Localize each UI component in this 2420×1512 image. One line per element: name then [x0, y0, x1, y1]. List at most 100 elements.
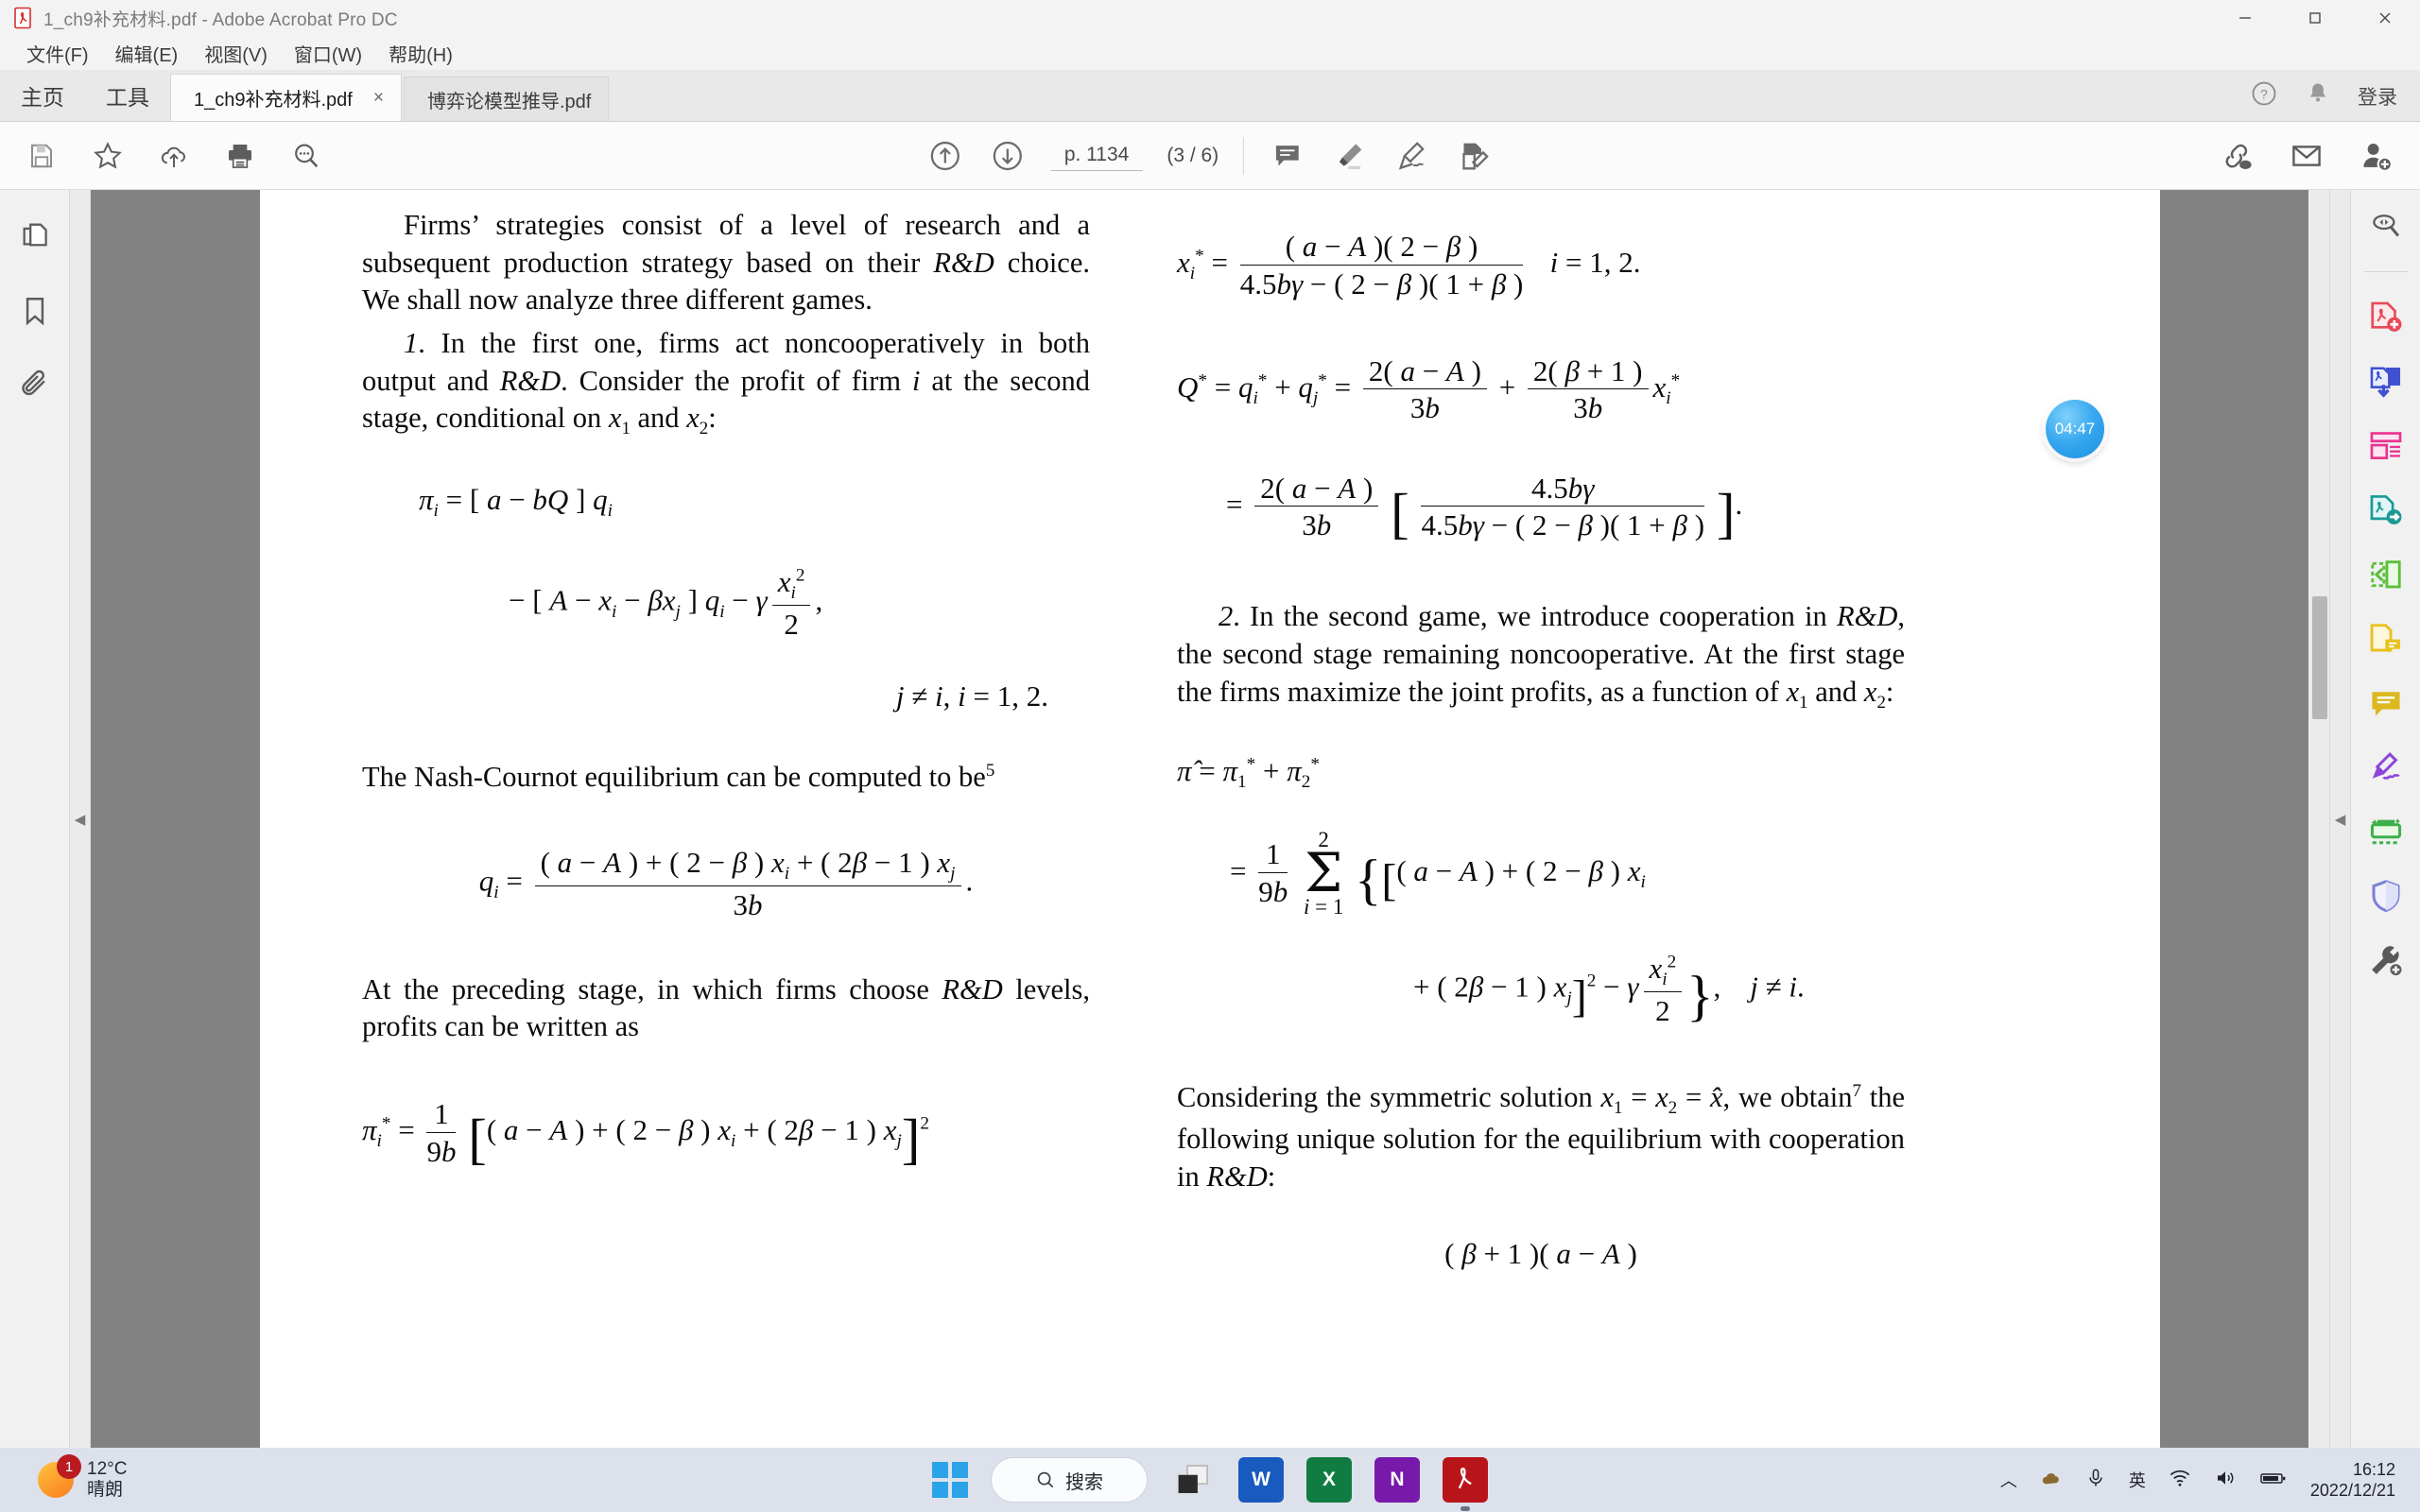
equation-total-output: Q* = qi* + qj* = 2( a − A ) 3b + 2( β + 1… [1177, 353, 1681, 425]
wifi-icon[interactable] [2169, 1467, 2191, 1494]
arrow-up-circle-icon[interactable] [926, 137, 964, 175]
title-bar: 1_ch9补充材料.pdf - Adobe Acrobat Pro DC [0, 0, 2420, 36]
acrobat-taskbar-icon[interactable] [1443, 1457, 1488, 1511]
email-icon[interactable] [2288, 137, 2325, 175]
menu-edit[interactable]: 编辑(E) [102, 38, 192, 69]
edit-pdf-icon[interactable] [2365, 554, 2407, 595]
scan-ocr-icon[interactable] [2365, 811, 2407, 852]
paragraph-second-game: 2. In the second game, we introduce coop… [1177, 600, 1905, 713]
arrow-down-circle-icon[interactable] [989, 137, 1027, 175]
equation-x-star: xi* = ( a − A )( 2 − β ) 4.5bγ − ( 2 − β … [1177, 230, 1641, 301]
document-tab-secondary[interactable]: 博弈论模型推导.pdf [403, 77, 610, 121]
pdf-right-column: xi* = ( a − A )( 2 − β ) 4.5bγ − ( 2 − β … [1177, 207, 1905, 1296]
equation-partial-next: ( β + 1 )( a − A ) [1444, 1237, 1637, 1271]
stamp-comment-icon[interactable] [2365, 682, 2407, 724]
equation-quantity: qi = ( a − A ) + ( 2 − β ) xi + ( 2β − 1… [478, 845, 974, 921]
toolbar-center-group: p. 1134 (3 / 6) [926, 136, 1494, 175]
menu-view[interactable]: 视图(V) [191, 38, 281, 69]
menu-bar: 文件(F) 编辑(E) 视图(V) 窗口(W) 帮助(H) [0, 36, 2420, 70]
tools-button[interactable]: 工具 [85, 69, 170, 121]
sign-in-button[interactable]: 登录 [2358, 82, 2407, 111]
paragraph-nash-cournot: The Nash-Cournot equilibrium can be comp… [362, 760, 995, 794]
bell-icon[interactable] [2305, 80, 2331, 112]
battery-icon[interactable] [2259, 1467, 2288, 1494]
right-tool-rail [2350, 190, 2420, 1448]
home-button[interactable]: 主页 [0, 69, 85, 121]
onedrive-icon[interactable] [2040, 1467, 2063, 1494]
left-panel-collapse-handle[interactable]: ◀ [70, 190, 91, 1448]
toolbar-divider [1243, 136, 1245, 175]
ime-indicator[interactable]: 英 [2129, 1468, 2146, 1492]
taskbar-center-group: 搜索 W X N [932, 1457, 1488, 1511]
right-panel-expand-handle[interactable]: ◀ [2329, 190, 2350, 1448]
paragraph-preceding-stage: At the preceding stage, in which firms c… [362, 972, 1090, 1043]
attachments-icon[interactable] [14, 364, 56, 405]
weather-text: 12°C 晴朗 [87, 1459, 127, 1502]
page-number-input[interactable]: p. 1134 [1050, 141, 1143, 171]
close-icon[interactable]: × [373, 88, 384, 109]
footnote-marker-5: 5 [985, 760, 995, 781]
save-icon[interactable] [23, 137, 60, 175]
comment-icon[interactable] [1269, 137, 1306, 175]
create-pdf-icon[interactable] [2365, 297, 2407, 338]
equation-profit-star: πi* = 1 9b [( a − A ) + ( 2 − β ) xi + ( … [362, 1097, 930, 1170]
equation-profit-line2: − [ A − xi − βxj ] qi − γ xi2 2, [509, 565, 823, 641]
taskbar-clock[interactable]: 16:12 2022/12/21 [2310, 1459, 2395, 1502]
close-button[interactable] [2350, 0, 2420, 36]
organize-pages-icon[interactable] [2365, 425, 2407, 467]
question-circle-icon[interactable]: ? [2250, 79, 2278, 112]
svg-text:?: ? [2260, 88, 2268, 102]
document-tab-label: 1_ch9补充材料.pdf [194, 90, 353, 111]
microphone-icon[interactable] [2085, 1468, 2106, 1493]
share-link-icon[interactable] [2218, 137, 2256, 175]
excel-icon[interactable]: X [1306, 1457, 1352, 1503]
menu-window[interactable]: 窗口(W) [281, 38, 375, 69]
scrollbar-thumb[interactable] [2312, 596, 2327, 719]
acrobat-icon [11, 6, 36, 30]
page-view-area[interactable]: Firms’ strategies consist of a level of … [91, 190, 2329, 1448]
onenote-letter: N [1390, 1469, 1405, 1490]
add-person-icon[interactable] [2358, 137, 2395, 175]
fill-and-sign-icon[interactable] [1456, 137, 1494, 175]
tray-chevron-icon[interactable]: ︿ [2000, 1468, 2017, 1492]
protect-icon[interactable] [2365, 875, 2407, 917]
paragraph-first-game: 1. In the first one, firms act noncooper… [362, 326, 1090, 439]
fill-sign-icon[interactable] [2365, 747, 2407, 788]
onenote-icon[interactable]: N [1374, 1457, 1420, 1503]
document-tab-active[interactable]: 1_ch9补充材料.pdf × [170, 74, 402, 121]
volume-icon[interactable] [2214, 1467, 2237, 1494]
more-tools-icon[interactable] [2365, 939, 2407, 981]
equation-joint-profit-expanded-line2: + ( 2β − 1 ) xj]2 − γ xi2 2}, j ≠ i. [1413, 951, 1805, 1027]
export-pdf-icon[interactable] [2365, 490, 2407, 531]
bookmarks-icon[interactable] [14, 290, 56, 332]
menu-file[interactable]: 文件(F) [13, 38, 102, 69]
windows-start-icon[interactable] [932, 1462, 968, 1498]
search-document-icon[interactable] [2365, 205, 2407, 247]
star-icon[interactable] [89, 137, 127, 175]
cloud-upload-icon[interactable] [155, 137, 193, 175]
print-icon[interactable] [221, 137, 259, 175]
floating-timer-widget[interactable]: 04:47 [2046, 400, 2104, 458]
weather-widget[interactable]: 1 12°C 晴朗 [38, 1454, 127, 1502]
footnote-marker-7: 7 [1852, 1081, 1861, 1102]
combine-files-icon[interactable] [2365, 361, 2407, 403]
word-icon[interactable]: W [1238, 1457, 1284, 1503]
page-thumbnails-icon[interactable] [14, 216, 56, 258]
search-zoom-icon[interactable] [287, 137, 325, 175]
vertical-scrollbar[interactable] [2308, 190, 2329, 1448]
sign-icon[interactable] [1393, 137, 1431, 175]
minimize-button[interactable] [2210, 0, 2280, 36]
equation-index-condition: j ≠ i, i = 1, 2. [895, 679, 1048, 713]
comment-pdf-icon[interactable] [2365, 618, 2407, 660]
window-title: 1_ch9补充材料.pdf - Adobe Acrobat Pro DC [43, 9, 398, 30]
taskbar-search-box[interactable]: 搜索 [991, 1457, 1148, 1503]
equation-total-output-simplified: = 2( a − A ) 3b [ 4.5bγ 4.5bγ − ( 2 − β )(… [1226, 471, 1743, 544]
clock-time: 16:12 [2352, 1459, 2395, 1479]
task-view-icon[interactable] [1170, 1457, 1216, 1503]
menu-help[interactable]: 帮助(H) [375, 38, 466, 69]
highlight-icon[interactable] [1331, 137, 1369, 175]
maximize-button[interactable] [2280, 0, 2350, 36]
windows-taskbar: 1 12°C 晴朗 搜索 W X N ︿ 英 16:12 2022/12/21 [0, 1448, 2420, 1512]
sun-icon: 1 [38, 1454, 81, 1498]
equation-profit-line1: πi = [ a − bQ ] qi [419, 482, 613, 522]
